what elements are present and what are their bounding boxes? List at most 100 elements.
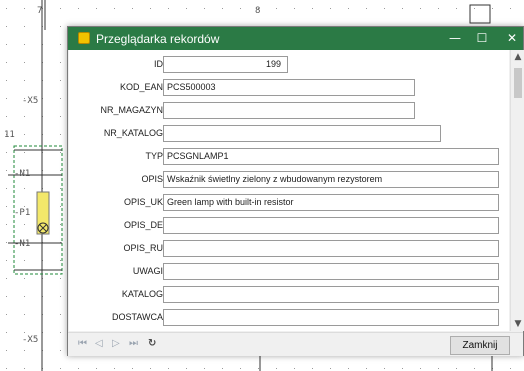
field-value-opis-ru[interactable] <box>163 240 499 257</box>
grid-dot <box>168 368 169 369</box>
grid-dot <box>6 152 7 153</box>
field-label: NR_KATALOG <box>103 128 163 138</box>
grid-dot <box>24 8 25 9</box>
grid-dot <box>60 44 61 45</box>
field-row-nr-magazyn: NR_MAGAZYN <box>69 100 509 122</box>
grid-dot <box>60 278 61 279</box>
field-row-opis: OPIS Wskaźnik świetlny zielony z wbudowa… <box>69 169 509 191</box>
grid-dot <box>60 8 61 9</box>
grid-dot <box>60 224 61 225</box>
cad-label-8: 8 <box>255 6 261 16</box>
field-value-typ[interactable]: PCSGNLAMP1 <box>163 148 499 165</box>
grid-dot <box>24 116 25 117</box>
next-record-icon[interactable]: ▷ <box>112 338 120 350</box>
grid-dot <box>6 98 7 99</box>
grid-dot <box>186 368 187 369</box>
grid-dot <box>366 368 367 369</box>
scroll-up-icon[interactable]: ▲ <box>511 50 524 64</box>
refresh-icon[interactable]: ↻ <box>148 338 156 350</box>
grid-dot <box>24 224 25 225</box>
field-row-id: ID 199 <box>69 54 509 76</box>
grid-dot <box>24 296 25 297</box>
field-value-id[interactable]: 199 <box>163 56 288 73</box>
field-label: TYP <box>145 151 163 161</box>
grid-dot <box>60 116 61 117</box>
field-value-dostawca[interactable] <box>163 309 499 326</box>
grid-dot <box>24 62 25 63</box>
close-window-button[interactable]: ✕ <box>494 27 524 50</box>
grid-dot <box>492 8 493 9</box>
previous-record-icon[interactable]: ◁ <box>95 338 103 350</box>
cad-label-p1: -P1 <box>14 208 31 218</box>
grid-dot <box>24 44 25 45</box>
grid-dot <box>60 368 61 369</box>
cad-label-7: 7 <box>37 6 43 16</box>
grid-dot <box>456 8 457 9</box>
field-value-opis[interactable]: Wskaźnik świetlny zielony z wbudowanym r… <box>163 171 499 188</box>
grid-dot <box>6 206 7 207</box>
grid-dot <box>60 332 61 333</box>
grid-dot <box>6 62 7 63</box>
record-browser-dialog: Przeglądarka rekordów — ☐ ✕ ID 199 KOD_E… <box>67 26 524 356</box>
scroll-thumb[interactable] <box>514 68 522 98</box>
grid-dot <box>420 8 421 9</box>
grid-dot <box>420 368 421 369</box>
record-fields-panel: ID 199 KOD_EAN PCS500003 NR_MAGAZYN NR_K… <box>69 50 509 331</box>
field-value-opis-uk[interactable]: Green lamp with built-in resistor <box>163 194 499 211</box>
cad-label-x5-top: -X5 <box>22 96 39 106</box>
grid-dot <box>6 44 7 45</box>
grid-dot <box>384 368 385 369</box>
field-value-kod-ean[interactable]: PCS500003 <box>163 79 415 96</box>
close-button[interactable]: Zamknij <box>450 336 510 355</box>
grid-dot <box>6 26 7 27</box>
field-row-uwagi: UWAGI <box>69 261 509 283</box>
grid-dot <box>24 332 25 333</box>
field-value-nr-magazyn[interactable] <box>163 102 415 119</box>
grid-dot <box>438 8 439 9</box>
footer-toolbar: ⏮ ◁ ▷ ⏭ ↻ Zamknij <box>68 332 523 356</box>
grid-dot <box>132 8 133 9</box>
grid-dot <box>78 8 79 9</box>
grid-dot <box>114 368 115 369</box>
grid-dot <box>6 278 7 279</box>
grid-dot <box>222 368 223 369</box>
field-label: OPIS_UK <box>123 197 163 207</box>
field-row-katalog: KATALOG <box>69 284 509 306</box>
grid-dot <box>330 8 331 9</box>
grid-dot <box>6 260 7 261</box>
grid-dot <box>294 368 295 369</box>
grid-dot <box>402 368 403 369</box>
grid-dot <box>60 188 61 189</box>
grid-dot <box>312 8 313 9</box>
field-value-opis-de[interactable] <box>163 217 499 234</box>
field-label: OPIS <box>141 174 163 184</box>
grid-dot <box>348 368 349 369</box>
cad-label-11: 11 <box>4 130 15 140</box>
grid-dot <box>60 170 61 171</box>
grid-dot <box>6 332 7 333</box>
cad-label-x5-bottom: -X5 <box>22 335 39 345</box>
grid-dot <box>24 152 25 153</box>
window-title: Przeglądarka rekordów <box>96 32 220 46</box>
scroll-down-icon[interactable]: ▼ <box>511 317 524 331</box>
field-value-nr-katalog[interactable] <box>163 125 441 142</box>
grid-dot <box>186 8 187 9</box>
app-icon <box>78 32 90 44</box>
grid-dot <box>366 8 367 9</box>
field-value-uwagi[interactable] <box>163 263 499 280</box>
field-value-katalog[interactable] <box>163 286 499 303</box>
cad-label-n1-bottom: -N1 <box>14 239 31 249</box>
titlebar[interactable]: Przeglądarka rekordów — ☐ ✕ <box>68 27 523 50</box>
grid-dot <box>60 350 61 351</box>
grid-dot <box>6 80 7 81</box>
grid-dot <box>510 8 511 9</box>
field-row-nr-katalog: NR_KATALOG <box>69 123 509 145</box>
grid-dot <box>438 368 439 369</box>
grid-dot <box>78 368 79 369</box>
first-record-icon[interactable]: ⏮ <box>78 338 87 350</box>
field-label: OPIS_RU <box>123 243 163 253</box>
grid-dot <box>402 8 403 9</box>
vertical-scrollbar[interactable]: ▲ ▼ <box>510 50 524 331</box>
last-record-icon[interactable]: ⏭ <box>129 338 138 350</box>
grid-dot <box>6 116 7 117</box>
